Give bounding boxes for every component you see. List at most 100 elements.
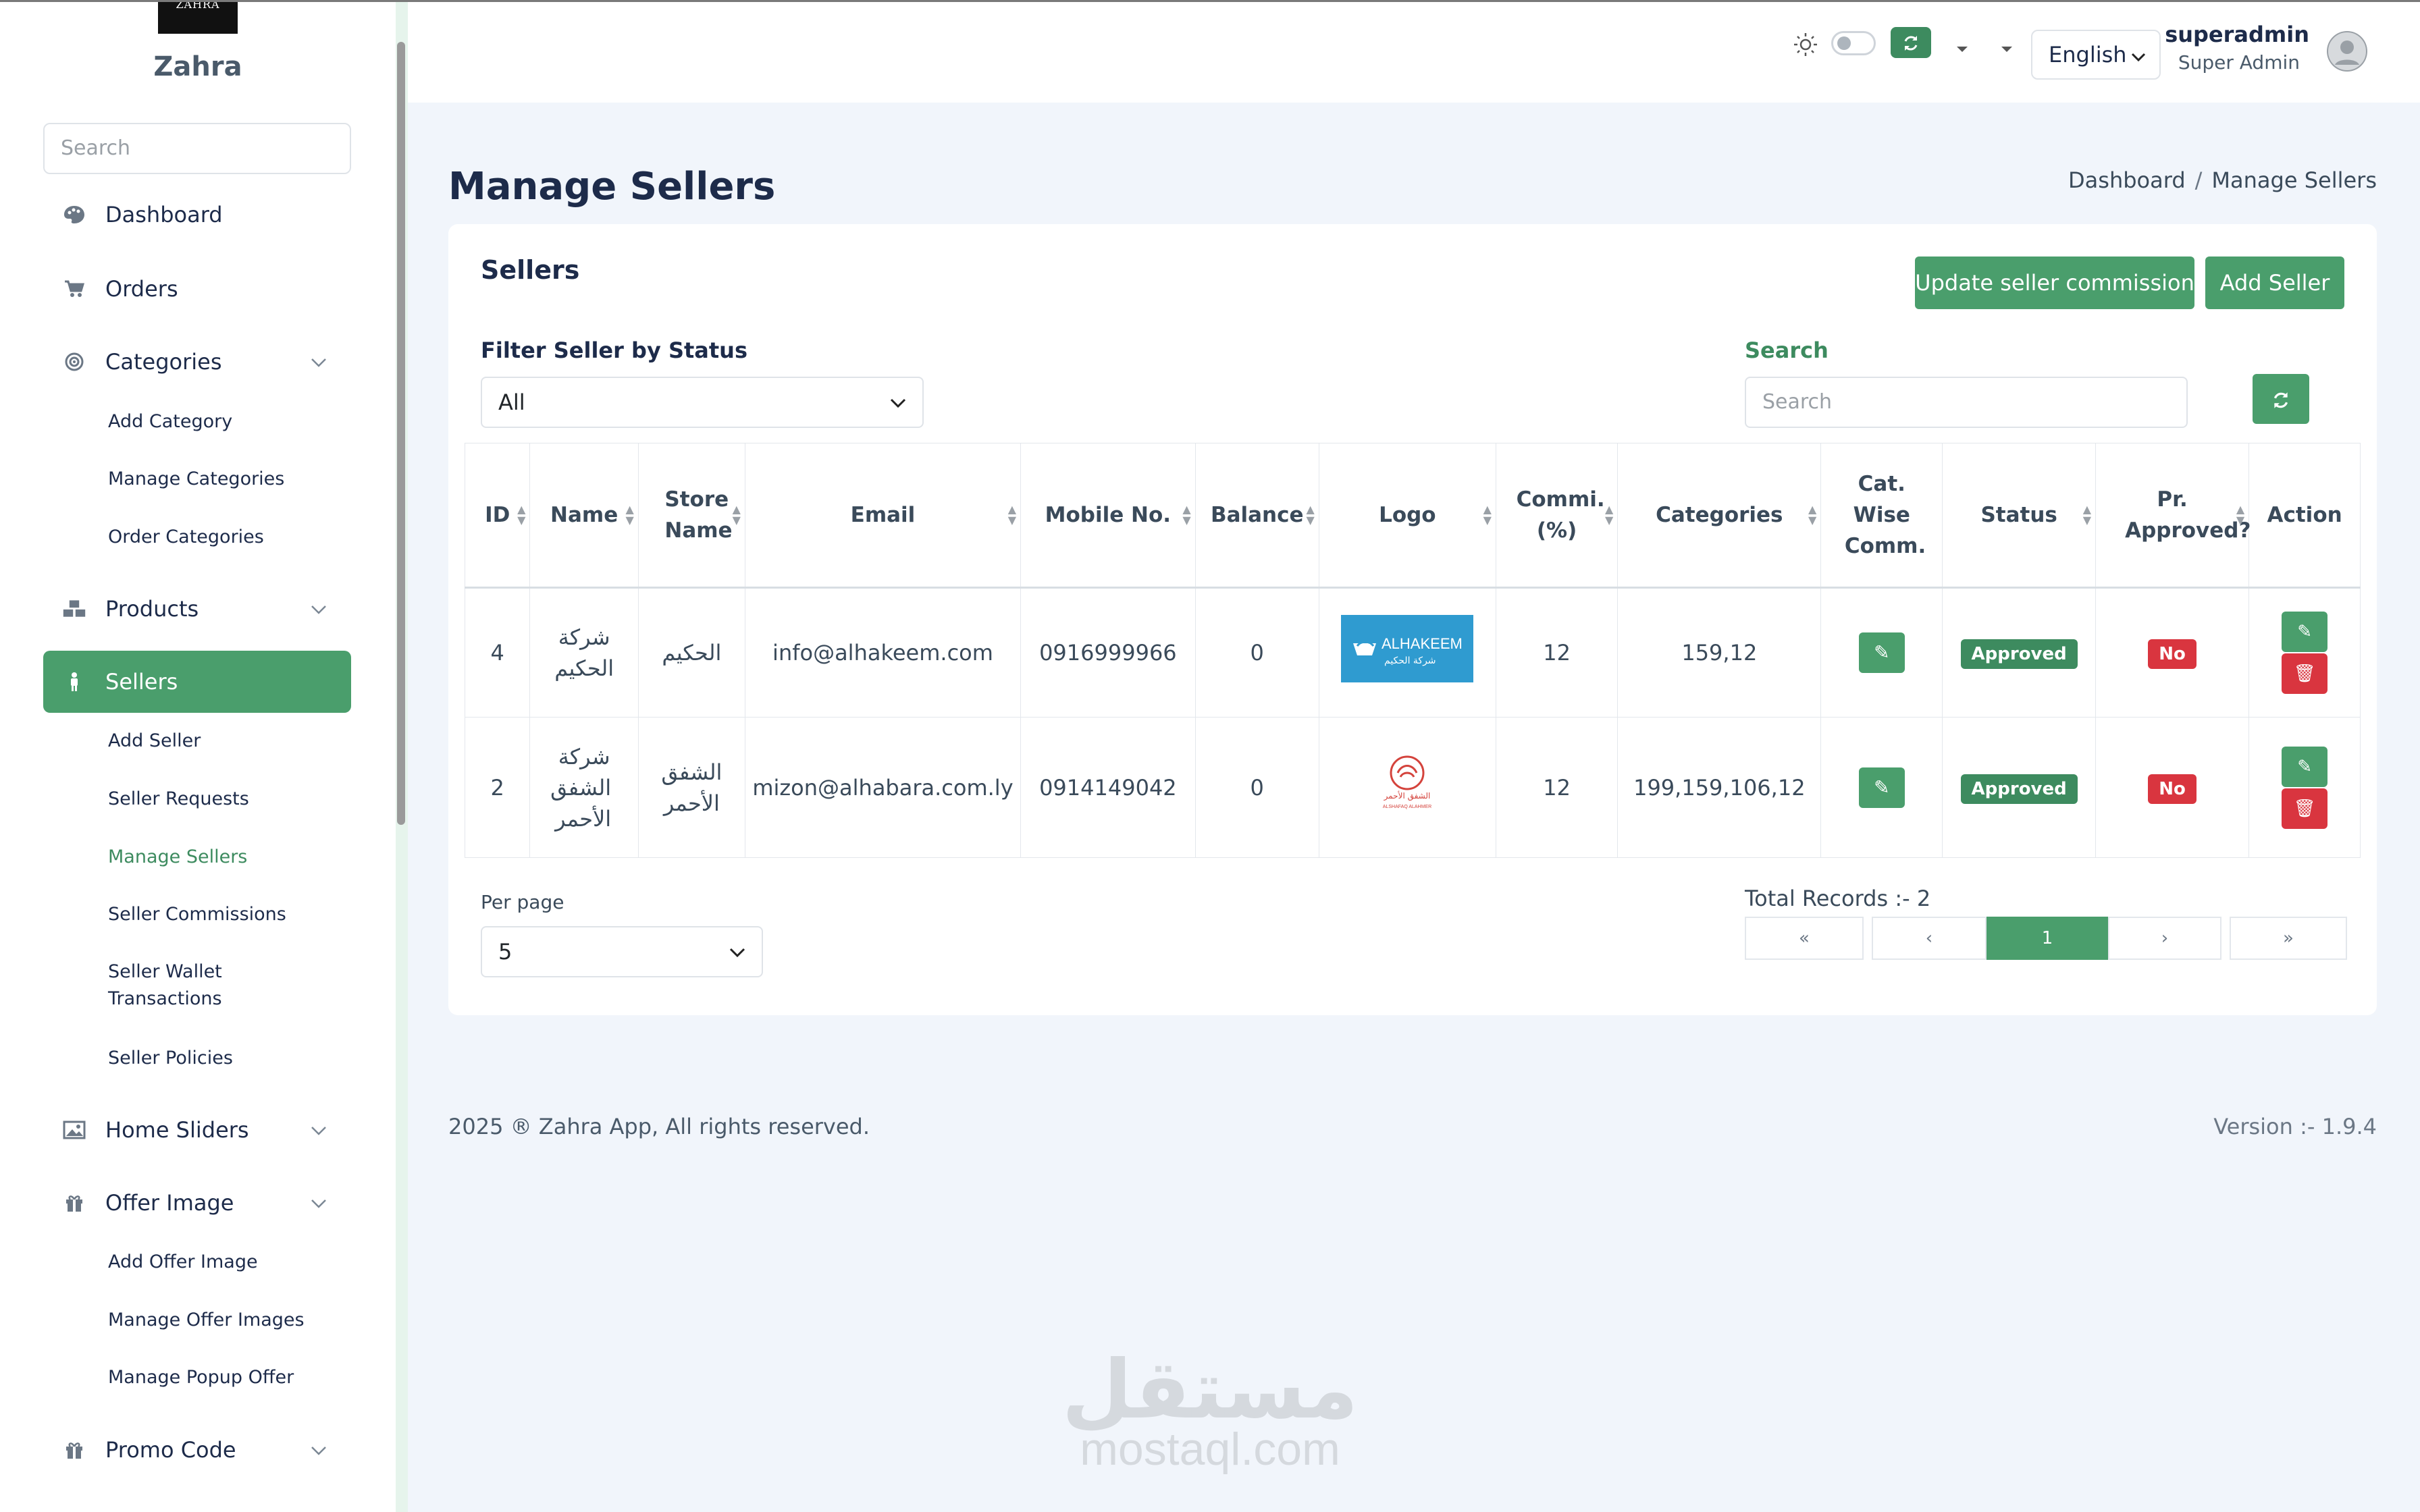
sidebar-item-home-sliders[interactable]: Home Sliders xyxy=(43,1099,351,1161)
col-header-label: Categories xyxy=(1656,503,1783,527)
sidebar-item-products[interactable]: Products xyxy=(43,578,351,640)
cat-wise-comm-button[interactable]: ✎ xyxy=(1858,632,1905,673)
pager-page-1[interactable]: 1 xyxy=(1987,917,2108,960)
add-seller-button[interactable]: Add Seller xyxy=(2205,256,2344,309)
sidebar-subitem-manage-offer-images[interactable]: Manage Offer Images xyxy=(108,1307,305,1334)
palette-icon xyxy=(62,205,86,225)
gift-icon xyxy=(62,1440,86,1460)
caret-down-icon[interactable] xyxy=(2000,40,2014,57)
seller-logo-alhakeem[interactable]: ALHAKEEM شركة الحكيم xyxy=(1341,615,1474,682)
delete-seller-button[interactable]: 🗑 xyxy=(2282,653,2328,694)
target-icon xyxy=(62,352,86,372)
cell-email: mizon@alhabara.com.ly xyxy=(744,717,1022,858)
col-header-label: Email xyxy=(850,503,916,527)
col-header-label: Logo xyxy=(1379,503,1436,527)
breadcrumb-current: Manage Sellers xyxy=(2211,167,2377,193)
seller-logo-alshafaq[interactable]: الشفق الأحمر ALSHAFAQ ALAHMER xyxy=(1373,750,1441,817)
cell-pr-approved: No xyxy=(2095,587,2250,718)
sidebar-subitem-add-category[interactable]: Add Category xyxy=(108,408,232,435)
pencil-icon: ✎ xyxy=(2297,756,2312,777)
caret-down-icon[interactable] xyxy=(1955,40,1969,57)
sidebar-subitem-add-offer-image[interactable]: Add Offer Image xyxy=(108,1249,258,1276)
col-header-categories[interactable]: Categories ▲ ▼ xyxy=(1617,443,1822,589)
cell-mobile: 0916999966 xyxy=(1020,587,1196,718)
sidebar-item-offer-image[interactable]: Offer Image xyxy=(43,1172,351,1234)
cell-commission: 12 xyxy=(1495,717,1619,858)
refresh-cache-button[interactable] xyxy=(1891,27,1931,58)
app-logo[interactable]: ZAHRA xyxy=(158,0,238,34)
avatar[interactable] xyxy=(2327,31,2367,72)
footer-copyright: 2025 ® Zahra App, All rights reserved. xyxy=(448,1114,870,1139)
col-header-logo[interactable]: Logo ▲ ▼ xyxy=(1318,443,1496,589)
sellers-card: Sellers Update seller commission Add Sel… xyxy=(448,224,2377,1015)
refresh-icon xyxy=(1901,30,1920,54)
sidebar-subitem-manage-categories[interactable]: Manage Categories xyxy=(108,466,284,493)
chevron-down-icon xyxy=(890,378,906,427)
edit-seller-button[interactable]: ✎ xyxy=(2282,612,2328,652)
status-filter-select[interactable]: All xyxy=(481,377,924,428)
per-page-select[interactable]: 5 xyxy=(481,926,763,977)
col-header-pr-approved[interactable]: Pr. Approved? ▲ ▼ xyxy=(2095,443,2251,589)
sidebar-subitem-seller-requests[interactable]: Seller Requests xyxy=(108,786,249,813)
col-header-store-name[interactable]: Store Name ▲ ▼ xyxy=(637,443,745,589)
sidebar-item-label: Orders xyxy=(105,276,178,302)
sidebar-item-sellers[interactable]: Sellers xyxy=(43,651,351,713)
seller-search-input[interactable]: Search xyxy=(1745,377,2188,428)
cubes-icon xyxy=(62,598,86,620)
col-header-label: Status xyxy=(1980,503,2057,527)
cart-icon xyxy=(62,279,86,298)
approved-badge: No xyxy=(2148,639,2197,669)
pager-prev[interactable]: ‹ xyxy=(1872,917,1987,960)
toggle-knob xyxy=(1837,36,1851,50)
edit-icon: ✎ xyxy=(1874,776,1890,799)
col-header-email[interactable]: Email ▲ ▼ xyxy=(744,443,1022,589)
pager-last[interactable]: » xyxy=(2230,917,2347,960)
card-title: Sellers xyxy=(481,255,580,285)
col-header-commission[interactable]: Commi. (%) ▲ ▼ xyxy=(1495,443,1619,589)
sidebar-item-dashboard[interactable]: Dashboard xyxy=(43,184,351,246)
pager-first[interactable]: « xyxy=(1745,917,1864,960)
table-refresh-button[interactable] xyxy=(2253,374,2309,424)
cell-categories: 199,159,106,12 xyxy=(1617,717,1822,858)
cell-name-text: شركة الشفق الأحمر xyxy=(550,743,612,832)
col-header-name[interactable]: Name ▲ ▼ xyxy=(529,443,639,589)
sidebar-subitem-add-seller[interactable]: Add Seller xyxy=(108,728,201,755)
cell-categories: 159,12 xyxy=(1617,587,1822,718)
sidebar-subitem-seller-commissions[interactable]: Seller Commissions xyxy=(108,901,286,928)
cat-wise-comm-button[interactable]: ✎ xyxy=(1858,767,1905,808)
cell-name-text: شركة الحكيم xyxy=(554,624,614,681)
gift-icon xyxy=(62,1193,86,1213)
col-header-mobile[interactable]: Mobile No. ▲ ▼ xyxy=(1020,443,1196,589)
sidebar-subitem-label: Transactions xyxy=(108,988,222,1009)
sidebar-item-label: Products xyxy=(105,596,199,622)
update-seller-commission-button[interactable]: Update seller commission xyxy=(1915,256,2194,309)
theme-toggle[interactable] xyxy=(1831,31,1876,55)
sidebar-subitem-manage-sellers[interactable]: Manage Sellers xyxy=(108,844,247,871)
user-name[interactable]: superadmin xyxy=(2147,22,2309,47)
sidebar-item-orders[interactable]: Orders xyxy=(43,258,351,320)
sidebar-scrollbar-thumb[interactable] xyxy=(397,42,405,825)
language-select[interactable]: English xyxy=(2031,30,2161,80)
col-header-status[interactable]: Status ▲ ▼ xyxy=(1942,443,2096,589)
delete-seller-button[interactable]: 🗑 xyxy=(2282,788,2328,829)
sidebar-subitem-manage-popup-offer[interactable]: Manage Popup Offer xyxy=(108,1364,294,1391)
col-header-id[interactable]: ID ▲ ▼ xyxy=(464,443,531,589)
approved-badge: No xyxy=(2148,774,2197,804)
sidebar-subitem-seller-wallet-transactions[interactable]: Seller Wallet Transactions xyxy=(108,959,222,1013)
sidebar-subitem-order-categories[interactable]: Order Categories xyxy=(108,524,264,551)
sidebar-item-categories[interactable]: Categories xyxy=(43,331,351,393)
sidebar-subitem-seller-policies[interactable]: Seller Policies xyxy=(108,1045,233,1072)
sidebar: ZAHRA Zahra Search Dashboard Orders Cate… xyxy=(0,0,396,1512)
cell-cat-wise-comm: ✎ xyxy=(1820,717,1943,858)
logo-text: الشفق الأحمر xyxy=(1384,790,1431,801)
sidebar-item-label: Promo Code xyxy=(105,1437,236,1463)
edit-seller-button[interactable]: ✎ xyxy=(2282,746,2328,787)
sidebar-search-input[interactable]: Search xyxy=(43,123,351,174)
sun-icon[interactable] xyxy=(1792,31,1819,58)
pager-next[interactable]: › xyxy=(2108,917,2221,960)
sort-icon: ▲ ▼ xyxy=(1483,503,1492,526)
breadcrumb-dashboard[interactable]: Dashboard xyxy=(2068,167,2186,193)
col-header-balance[interactable]: Balance ▲ ▼ xyxy=(1194,443,1319,589)
sort-icon: ▲ ▼ xyxy=(1808,503,1817,526)
sidebar-item-promo-code[interactable]: Promo Code xyxy=(43,1419,351,1481)
